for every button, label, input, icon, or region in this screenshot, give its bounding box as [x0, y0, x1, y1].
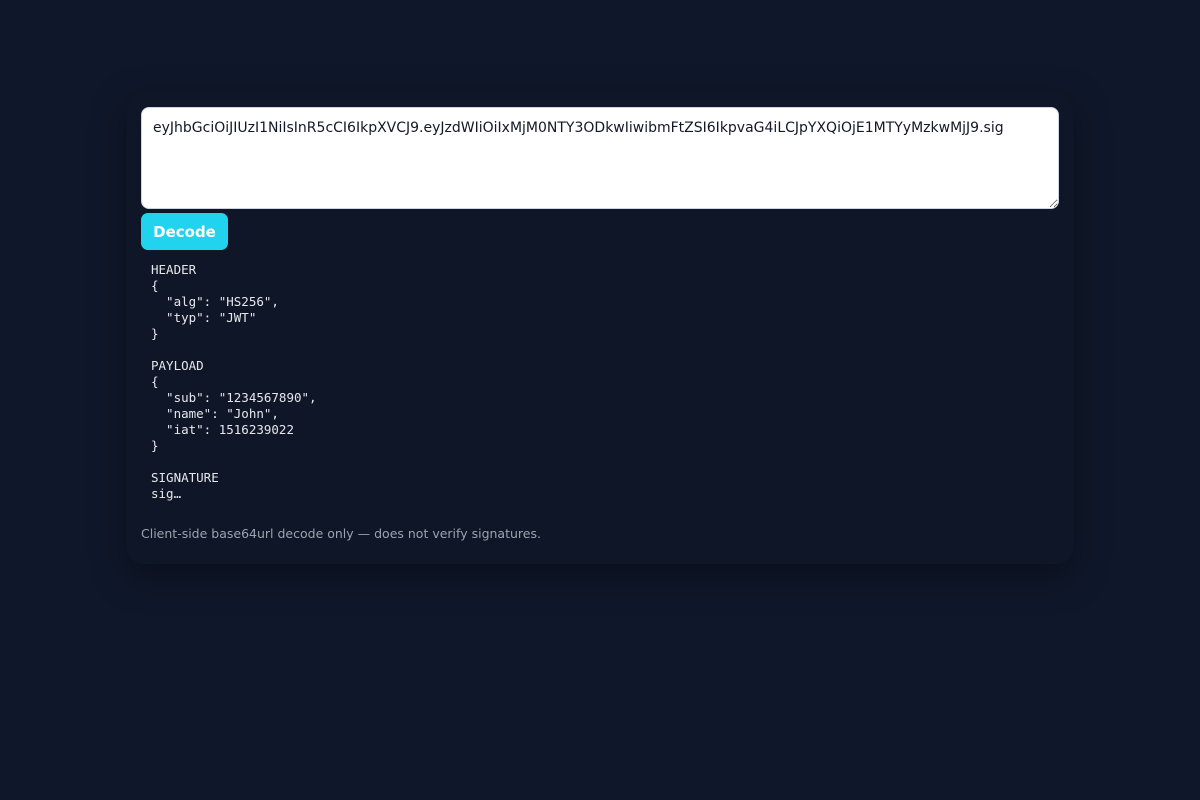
token-input[interactable]: eyJhbGciOiJIUzI1NiIsInR5cCI6IkpXVCJ9.eyJ…: [141, 107, 1059, 209]
decoded-output: HEADER { "alg": "HS256", "typ": "JWT" } …: [151, 262, 1059, 502]
payload-json: { "sub": "1234567890", "name": "John", "…: [151, 374, 317, 453]
payload-section: PAYLOAD { "sub": "1234567890", "name": "…: [151, 358, 1059, 454]
signature-section: SIGNATURE sig…: [151, 470, 1059, 502]
header-title: HEADER: [151, 262, 197, 277]
signature-title: SIGNATURE: [151, 470, 219, 485]
decoder-card: eyJhbGciOiJIUzI1NiIsInR5cCI6IkpXVCJ9.eyJ…: [127, 92, 1073, 564]
signature-value: sig…: [151, 486, 182, 501]
payload-title: PAYLOAD: [151, 358, 204, 373]
header-section: HEADER { "alg": "HS256", "typ": "JWT" }: [151, 262, 1059, 342]
decode-button[interactable]: Decode: [141, 213, 228, 250]
header-json: { "alg": "HS256", "typ": "JWT" }: [151, 278, 279, 341]
disclaimer-note: Client-side base64url decode only — does…: [141, 526, 541, 541]
